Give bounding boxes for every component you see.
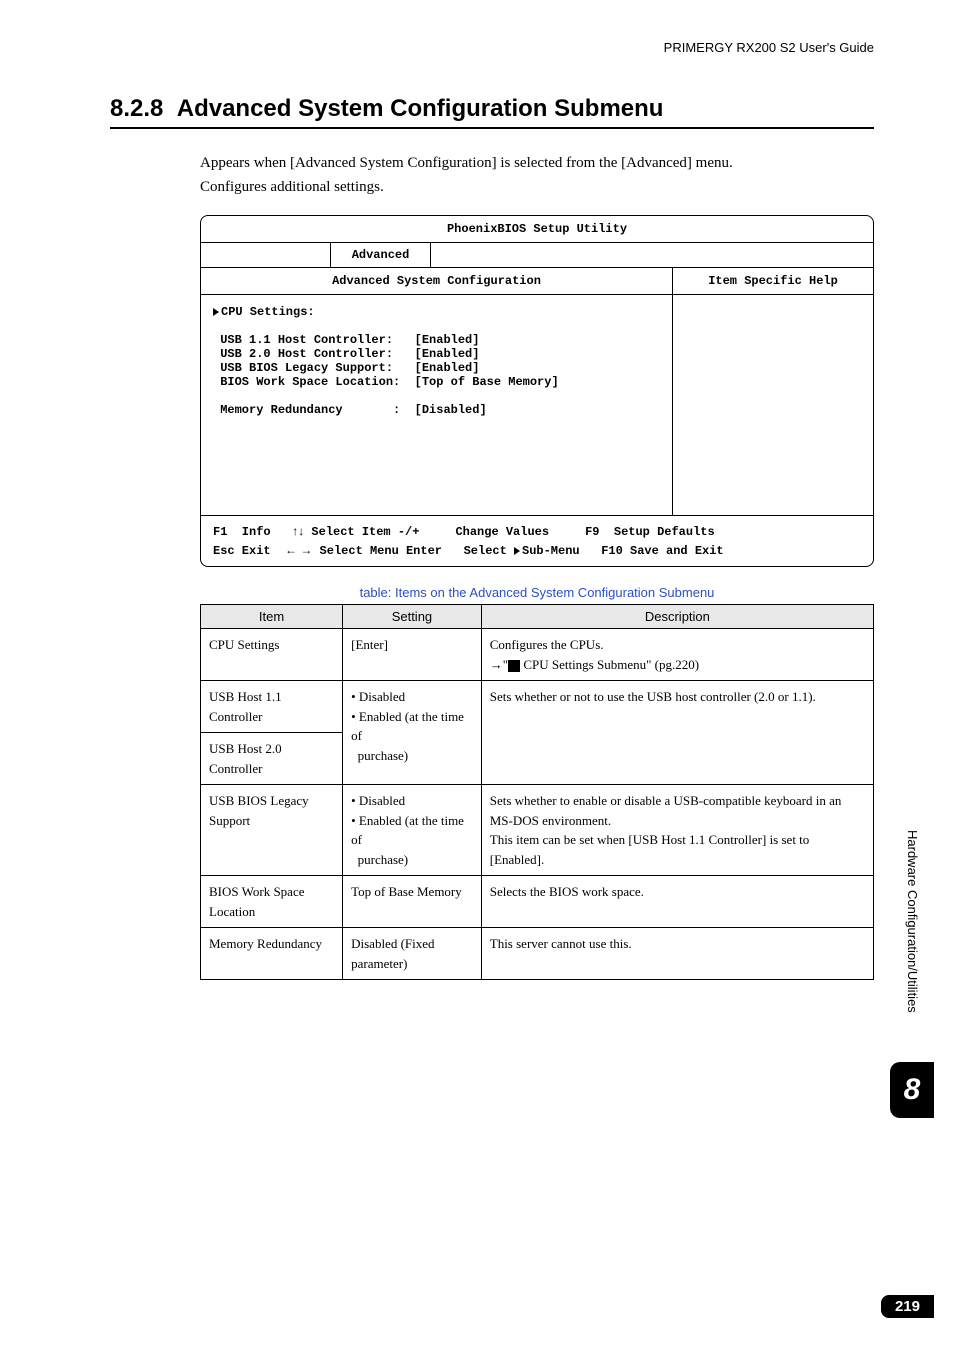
title-underline [110, 127, 874, 129]
bios-footer-l2c: Sub-Menu F10 Save and Exit [522, 544, 724, 558]
td-desc: This server cannot use this. [481, 928, 873, 980]
bios-line-usb-legacy: USB BIOS Legacy Support: [Enabled] [220, 361, 479, 375]
table-caption: table: Items on the Advanced System Conf… [200, 585, 874, 600]
bios-utility-title: PhoenixBIOS Setup Utility [201, 216, 873, 243]
table-row: CPU Settings [Enter] Configures the CPUs… [201, 629, 874, 681]
td-setting: • Disabled• Enabled (at the time of purc… [343, 681, 482, 785]
leftright-arrow-icon: ← → [285, 543, 312, 557]
td-desc: Selects the BIOS work space. [481, 876, 873, 928]
chapter-tab: 8 [890, 1062, 934, 1118]
updown-arrow-icon: ↑↓ [292, 524, 304, 538]
bios-tab-spacer [201, 243, 331, 267]
bios-body-left: CPU Settings: USB 1.1 Host Controller: [… [201, 295, 673, 515]
bios-panel-title: Advanced System Configuration [201, 268, 673, 294]
bios-footer-l2a: Esc Exit [213, 544, 285, 558]
th-description: Description [481, 605, 873, 629]
table-row: USB Host 1.1 Controller • Disabled• Enab… [201, 681, 874, 733]
config-table: Item Setting Description CPU Settings [E… [200, 604, 874, 980]
bios-help-title: Item Specific Help [673, 268, 873, 294]
intro-paragraph: Appears when [Advanced System Configurat… [200, 151, 874, 199]
td-desc: Sets whether or not to use the USB host … [481, 681, 873, 785]
td-setting: [Enter] [343, 629, 482, 681]
bios-footer-l1a: F1 Info [213, 525, 292, 539]
menu-arrow-icon [213, 308, 219, 316]
bios-cpu-settings: CPU Settings: [221, 305, 315, 319]
desc-line1: Configures the CPUs. [490, 637, 604, 652]
bios-panel: PhoenixBIOS Setup Utility Advanced Advan… [200, 215, 874, 567]
table-row: USB BIOS Legacy Support • Disabled• Enab… [201, 785, 874, 876]
bios-line-usb11: USB 1.1 Host Controller: [Enabled] [220, 333, 479, 347]
bios-line-workspace: BIOS Work Space Location: [Top of Base M… [220, 375, 558, 389]
table-header-row: Item Setting Description [201, 605, 874, 629]
td-desc: Configures the CPUs. →" CPU Settings Sub… [481, 629, 873, 681]
bios-line-memory: Memory Redundancy : [Disabled] [220, 403, 486, 417]
bios-footer: F1 Info ↑↓ Select Item -/+ Change Values… [201, 515, 873, 566]
bios-body-right [673, 295, 873, 515]
table-row: Memory Redundancy Disabled (Fixed parame… [201, 928, 874, 980]
th-item: Item [201, 605, 343, 629]
td-item: USB BIOS Legacy Support [201, 785, 343, 876]
td-item: BIOS Work Space Location [201, 876, 343, 928]
bios-tab-advanced: Advanced [331, 243, 431, 267]
side-chapter-text: Hardware Configuration/Utilities [905, 830, 920, 1013]
bios-tab-spacer [431, 243, 873, 267]
section-title: 8.2.8 Advanced System Configuration Subm… [110, 95, 874, 123]
th-setting: Setting [343, 605, 482, 629]
menu-arrow-icon [514, 547, 520, 555]
section-number: 8.2.8 [110, 95, 163, 122]
bios-body: CPU Settings: USB 1.1 Host Controller: [… [201, 295, 873, 515]
td-setting: Top of Base Memory [343, 876, 482, 928]
bios-header-row: Advanced System Configuration Item Speci… [201, 268, 873, 295]
desc-line2a: →" [490, 657, 508, 672]
black-square-icon [508, 660, 520, 672]
bios-footer-l1b: Select Item -/+ Change Values F9 Setup D… [304, 525, 714, 539]
header-guide: PRIMERGY RX200 S2 User's Guide [110, 40, 874, 55]
intro-line2: Configures additional settings. [200, 179, 384, 195]
td-item: USB Host 1.1 Controller [201, 681, 343, 733]
td-setting: Disabled (Fixed parameter) [343, 928, 482, 980]
bios-footer-l2b: Select Menu Enter Select [312, 544, 514, 558]
td-desc: Sets whether to enable or disable a USB-… [481, 785, 873, 876]
td-item: USB Host 2.0 Controller [201, 733, 343, 785]
table-row: BIOS Work Space Location Top of Base Mem… [201, 876, 874, 928]
intro-line1: Appears when [Advanced System Configurat… [200, 155, 733, 171]
bios-line-usb20: USB 2.0 Host Controller: [Enabled] [220, 347, 479, 361]
page-number: 219 [881, 1295, 934, 1318]
section-title-text: Advanced System Configuration Submenu [177, 95, 664, 122]
desc-line2b: CPU Settings Submenu" (pg.220) [520, 657, 699, 672]
td-item: CPU Settings [201, 629, 343, 681]
td-setting: • Disabled• Enabled (at the time of purc… [343, 785, 482, 876]
bios-tab-row: Advanced [201, 243, 873, 268]
td-item: Memory Redundancy [201, 928, 343, 980]
